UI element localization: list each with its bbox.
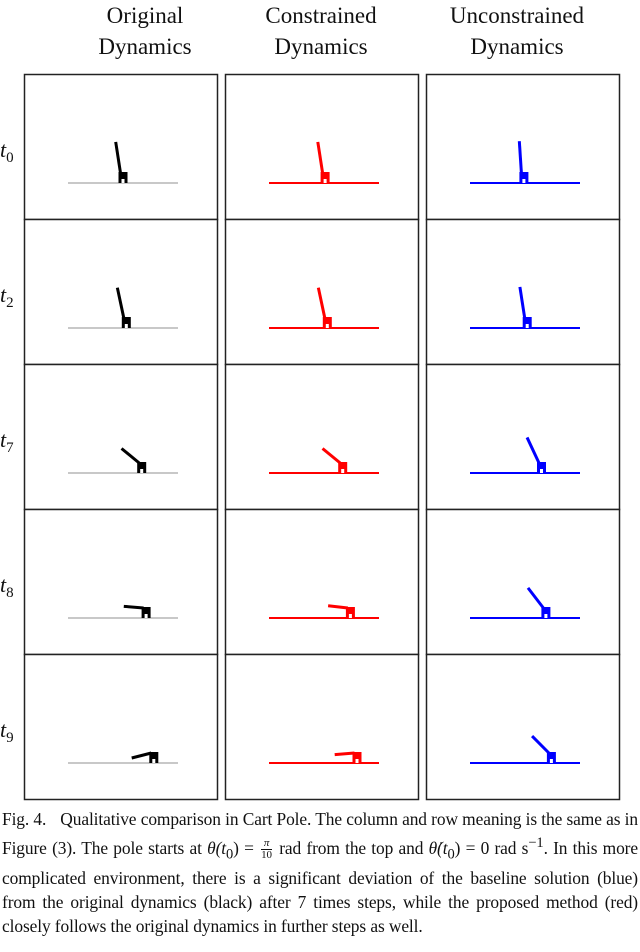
frame-panel: [224, 218, 420, 366]
frame-panel: [425, 363, 621, 511]
pole: [334, 751, 355, 757]
figure-caption: Fig. 4. Qualitative comparison in Cart Po…: [2, 807, 638, 938]
frame-panel: [425, 653, 621, 801]
cart-wheel-gap: [144, 614, 148, 618]
pole: [123, 604, 144, 610]
cart-wheel-gap: [140, 469, 144, 473]
caption-theta-initial: θ(t0) = π 10: [207, 837, 272, 863]
frame-panel: [23, 73, 219, 221]
frame-panel: [224, 653, 420, 801]
cartpole-frame-grid: [23, 73, 621, 801]
cart-wheel-gap: [549, 759, 553, 763]
cart-wheel-gap: [348, 614, 352, 618]
cart-wheel-gap: [540, 469, 543, 473]
pole: [517, 141, 523, 174]
frame-panel: [23, 218, 219, 366]
cart-wheel-gap: [544, 614, 548, 618]
cart-wheel-gap: [325, 324, 329, 328]
figure-number: Fig. 4.: [2, 809, 47, 829]
frame-panel: [224, 508, 420, 656]
cart-wheel-gap: [124, 324, 128, 328]
cart-wheel-gap: [341, 469, 345, 473]
cart-wheel-gap: [152, 759, 156, 763]
caption-thetadot-initial: θ̇(t0) = 0 rad s−1: [428, 835, 544, 863]
frame-panel: [224, 73, 420, 221]
frame-panel: [425, 73, 621, 221]
frame-panel: [23, 363, 219, 511]
frame-panel: [425, 508, 621, 656]
caption-text-2: rad from the top and: [273, 837, 429, 858]
frame-panel: [23, 653, 219, 801]
cart-wheel-gap: [323, 179, 327, 183]
cart-wheel-gap: [355, 759, 359, 763]
frame-panel: [23, 508, 219, 656]
cart-wheel-gap: [121, 179, 125, 183]
fraction-pi-over-10: π 10: [261, 837, 272, 862]
cart-wheel-gap: [525, 324, 529, 328]
cart-wheel-gap: [522, 179, 526, 183]
frame-panel: [425, 218, 621, 366]
frame-panel: [224, 363, 420, 511]
